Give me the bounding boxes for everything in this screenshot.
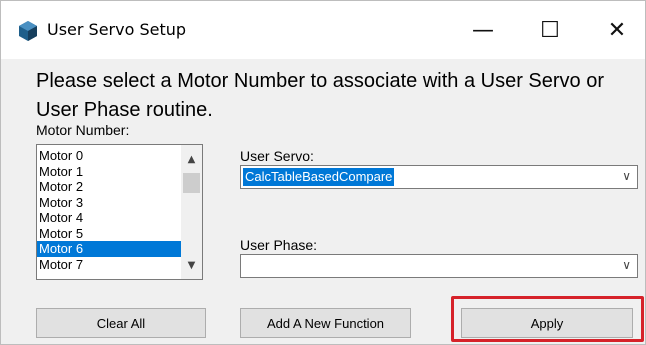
user-servo-setup-window: User Servo Setup — ☐ ✕ Please select a M… (0, 0, 646, 345)
user-servo-label: User Servo: (240, 148, 314, 164)
list-item-motor-0[interactable]: Motor 0 (37, 148, 182, 164)
chevron-down-icon[interactable]: ∨ (622, 258, 631, 272)
scroll-down-icon[interactable]: ▼ (181, 257, 202, 275)
user-servo-value: CalcTableBasedCompare (243, 168, 395, 186)
apply-button[interactable]: Apply (461, 308, 633, 338)
title-bar: User Servo Setup — ☐ ✕ (1, 1, 645, 59)
user-servo-dropdown[interactable]: CalcTableBasedCompare ∨ (240, 165, 638, 189)
motor-number-label: Motor Number: (36, 122, 130, 138)
close-icon: ✕ (607, 17, 627, 43)
list-item-motor-6[interactable]: Motor 6 (37, 241, 182, 257)
minimize-button[interactable]: — (453, 1, 513, 59)
motor-number-listbox[interactable]: Motor 0 Motor 1 Motor 2 Motor 3 Motor 4 … (36, 144, 203, 280)
scroll-up-icon[interactable]: ▲ (181, 151, 202, 169)
listbox-scrollbar[interactable]: ▲ ▼ (181, 145, 202, 279)
add-new-function-button[interactable]: Add A New Function (240, 308, 411, 338)
list-item-motor-7[interactable]: Motor 7 (37, 257, 182, 273)
maximize-icon: ☐ (540, 17, 560, 43)
motor-list: Motor 0 Motor 1 Motor 2 Motor 3 Motor 4 … (37, 148, 182, 272)
list-item-motor-3[interactable]: Motor 3 (37, 195, 182, 211)
scroll-thumb[interactable] (183, 173, 200, 193)
hex-cube-icon (19, 21, 37, 41)
list-item-motor-1[interactable]: Motor 1 (37, 164, 182, 180)
maximize-button[interactable]: ☐ (520, 1, 580, 59)
instruction-text: Please select a Motor Number to associat… (36, 70, 605, 121)
chevron-down-icon[interactable]: ∨ (622, 169, 631, 183)
clear-all-button[interactable]: Clear All (36, 308, 206, 338)
list-item-motor-4[interactable]: Motor 4 (37, 210, 182, 226)
minimize-icon: — (472, 17, 494, 43)
list-item-motor-5[interactable]: Motor 5 (37, 226, 182, 242)
window-title: User Servo Setup (47, 20, 187, 39)
list-item-motor-2[interactable]: Motor 2 (37, 179, 182, 195)
user-phase-dropdown[interactable]: ∨ (240, 254, 638, 278)
close-button[interactable]: ✕ (587, 1, 646, 59)
user-phase-label: User Phase: (240, 237, 318, 253)
